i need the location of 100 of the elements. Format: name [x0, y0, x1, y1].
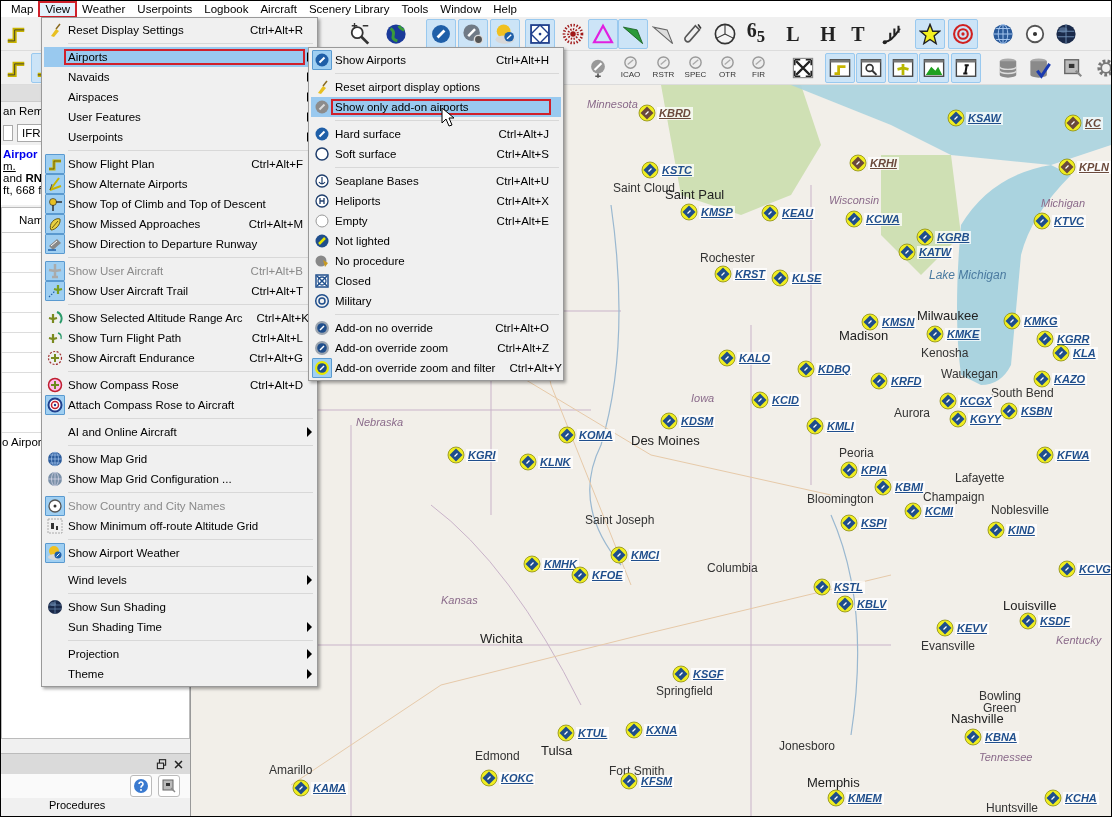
toolbar-button[interactable] — [426, 18, 456, 49]
airport-marker-icon[interactable] — [964, 728, 982, 746]
menu-bar-item[interactable]: Tools — [395, 1, 435, 17]
airport-marker-icon[interactable] — [1058, 560, 1076, 578]
airport-marker-icon[interactable] — [641, 161, 659, 179]
menu-item[interactable]: Show Compass Rose Ctrl+Alt+D — [44, 375, 315, 395]
menu-item[interactable]: Show Sun Shading — [44, 597, 315, 617]
airport-marker-icon[interactable] — [292, 779, 310, 797]
toolbar-button[interactable]: 6$_{5}$ — [741, 18, 771, 49]
airport-marker-icon[interactable] — [926, 325, 944, 343]
menu-item[interactable]: Hard surface Ctrl+Alt+J — [311, 124, 561, 144]
airport-marker-icon[interactable] — [806, 417, 824, 435]
airport-marker-icon[interactable] — [827, 789, 845, 807]
menu-item[interactable]: Add-on override zoom Ctrl+Alt+Z — [311, 338, 561, 358]
menu-bar-item[interactable]: Userpoints — [131, 1, 199, 17]
airport-marker-icon[interactable] — [558, 426, 576, 444]
airport-marker-icon[interactable] — [861, 313, 879, 331]
toolbar-button[interactable] — [888, 52, 918, 83]
airport-marker-icon[interactable] — [1036, 330, 1054, 348]
toolbar-button[interactable] — [458, 18, 488, 49]
menu-item[interactable]: Theme — [44, 664, 315, 684]
airport-marker-icon[interactable] — [557, 724, 575, 742]
menu-item[interactable]: Soft surface Ctrl+Alt+S — [311, 144, 561, 164]
airport-marker-icon[interactable] — [1003, 312, 1021, 330]
airport-link[interactable]: Airpor — [3, 148, 38, 160]
airport-marker-icon[interactable] — [638, 104, 656, 122]
menu-item[interactable]: Not lighted — [311, 231, 561, 251]
airport-marker-icon[interactable] — [870, 372, 888, 390]
toolbar-button[interactable] — [919, 52, 949, 83]
airport-marker-icon[interactable] — [672, 665, 690, 683]
menu-bar-item[interactable]: Scenery Library — [302, 1, 396, 17]
airport-marker-icon[interactable] — [714, 265, 732, 283]
airport-marker-icon[interactable] — [571, 566, 589, 584]
airport-marker-icon[interactable] — [523, 555, 541, 573]
menu-bar-item[interactable]: Aircraft — [254, 1, 303, 17]
toolbar-button[interactable]: FIR — [743, 52, 774, 83]
menu-item[interactable]: Military — [311, 291, 561, 311]
airport-marker-icon[interactable] — [845, 210, 863, 228]
menu-item[interactable]: Show Map Grid — [44, 449, 315, 469]
menu-bar-item[interactable]: Weather — [76, 1, 132, 17]
airport-marker-icon[interactable] — [949, 410, 967, 428]
menu-item[interactable]: AI and Online Aircraft — [44, 422, 315, 442]
airport-marker-icon[interactable] — [947, 109, 965, 127]
toolbar-button[interactable]: H — [813, 18, 843, 49]
airport-marker-icon[interactable] — [1000, 402, 1018, 420]
menu-bar-item[interactable]: Window — [434, 1, 488, 17]
airport-marker-icon[interactable] — [610, 546, 628, 564]
toolbar-button[interactable] — [525, 18, 555, 49]
toolbar-button[interactable]: ICAO — [615, 52, 646, 83]
airport-marker-icon[interactable] — [480, 769, 498, 787]
airport-marker-icon[interactable] — [840, 514, 858, 532]
toolbar-button[interactable] — [951, 52, 981, 83]
airport-marker-icon[interactable] — [1052, 344, 1070, 362]
menu-item[interactable]: Closed — [311, 271, 561, 291]
menu-item[interactable]: Show Map Grid Configuration ... — [44, 469, 315, 489]
airport-marker-icon[interactable] — [447, 446, 465, 464]
airport-label[interactable]: KFSM — [639, 774, 675, 788]
airport-marker-icon[interactable] — [761, 204, 779, 222]
panel-menu-button[interactable] — [158, 775, 180, 797]
airport-marker-icon[interactable] — [936, 619, 954, 637]
airport-marker-icon[interactable] — [1033, 370, 1051, 388]
airport-marker-icon[interactable] — [1058, 158, 1076, 176]
menu-item[interactable]: Reset Display Settings Ctrl+Alt+R — [44, 20, 315, 40]
menu-item[interactable]: Heliports Ctrl+Alt+X — [311, 191, 561, 211]
menu-item[interactable]: Show Minimum off-route Altitude Grid — [44, 516, 315, 536]
toolbar-button[interactable]: L — [778, 18, 808, 49]
toolbar-button[interactable] — [856, 52, 886, 83]
menu-item[interactable]: Add-on override zoom and filter Ctrl+Alt+Y — [311, 358, 561, 378]
menu-item[interactable]: No procedure — [311, 251, 561, 271]
menu-item[interactable]: Show Airport Weather — [44, 543, 315, 563]
menu-item[interactable]: Sun Shading Time — [44, 617, 315, 637]
airport-marker-icon[interactable] — [519, 453, 537, 471]
airport-marker-icon[interactable] — [904, 502, 922, 520]
airport-marker-icon[interactable] — [1019, 612, 1037, 630]
menu-bar-item[interactable]: Map — [5, 1, 40, 17]
airport-marker-icon[interactable] — [797, 360, 815, 378]
airport-marker-icon[interactable] — [987, 521, 1005, 539]
airport-marker-icon[interactable] — [813, 578, 831, 596]
airport-marker-icon[interactable] — [939, 392, 957, 410]
airport-marker-icon[interactable] — [751, 391, 769, 409]
airport-marker-icon[interactable] — [849, 154, 867, 172]
menu-item[interactable]: Add-on no override Ctrl+Alt+O — [311, 318, 561, 338]
airport-marker-icon[interactable] — [680, 203, 698, 221]
airport-marker-icon[interactable] — [1064, 114, 1082, 132]
menu-item[interactable]: Projection — [44, 644, 315, 664]
menu-bar-item[interactable]: Help — [487, 1, 523, 17]
airport-marker-icon[interactable] — [718, 349, 736, 367]
menu-item[interactable]: Show only add-on airports — [311, 97, 561, 117]
airport-marker-icon[interactable] — [1036, 446, 1054, 464]
toolbar-button[interactable]: SPEC — [680, 52, 711, 83]
airport-marker-icon[interactable] — [1044, 789, 1062, 807]
dock-tab[interactable]: Procedures — [1, 798, 190, 812]
toolbar-button[interactable] — [915, 18, 945, 49]
menu-item[interactable]: Wind levels — [44, 570, 315, 590]
airport-marker-icon[interactable] — [771, 269, 789, 287]
airport-marker-icon[interactable] — [916, 228, 934, 246]
menu-bar-item[interactable]: Logbook — [198, 1, 255, 17]
airport-marker-icon[interactable] — [840, 461, 858, 479]
menu-item[interactable]: Empty Ctrl+Alt+E — [311, 211, 561, 231]
airport-marker-icon[interactable] — [660, 412, 678, 430]
